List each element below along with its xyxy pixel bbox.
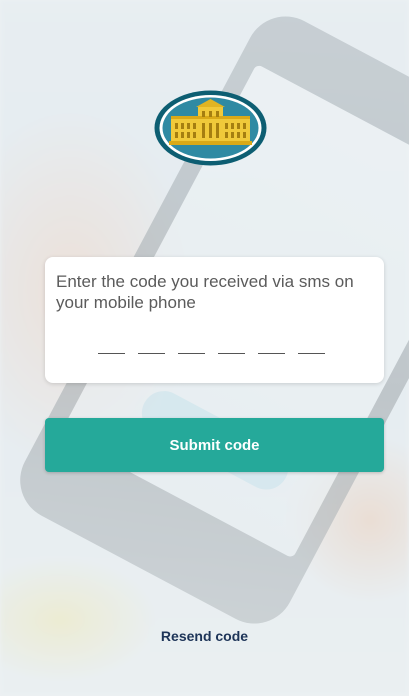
bank-building-logo-icon xyxy=(154,90,267,166)
code-digit-3[interactable] xyxy=(178,353,205,354)
code-digit-2[interactable] xyxy=(138,353,165,354)
code-digit-1[interactable] xyxy=(98,353,125,354)
code-digit-6[interactable] xyxy=(298,353,325,354)
code-digit-5[interactable] xyxy=(258,353,285,354)
code-entry-card: Enter the code you received via sms on y… xyxy=(45,257,384,383)
sms-code-input[interactable] xyxy=(98,353,325,354)
resend-code-link[interactable]: Resend code xyxy=(0,628,409,644)
code-digit-4[interactable] xyxy=(218,353,245,354)
submit-code-button[interactable]: Submit code xyxy=(45,418,384,472)
code-instructions: Enter the code you received via sms on y… xyxy=(56,272,354,312)
sms-verification-screen: Enter the code you received via sms on y… xyxy=(0,0,409,696)
